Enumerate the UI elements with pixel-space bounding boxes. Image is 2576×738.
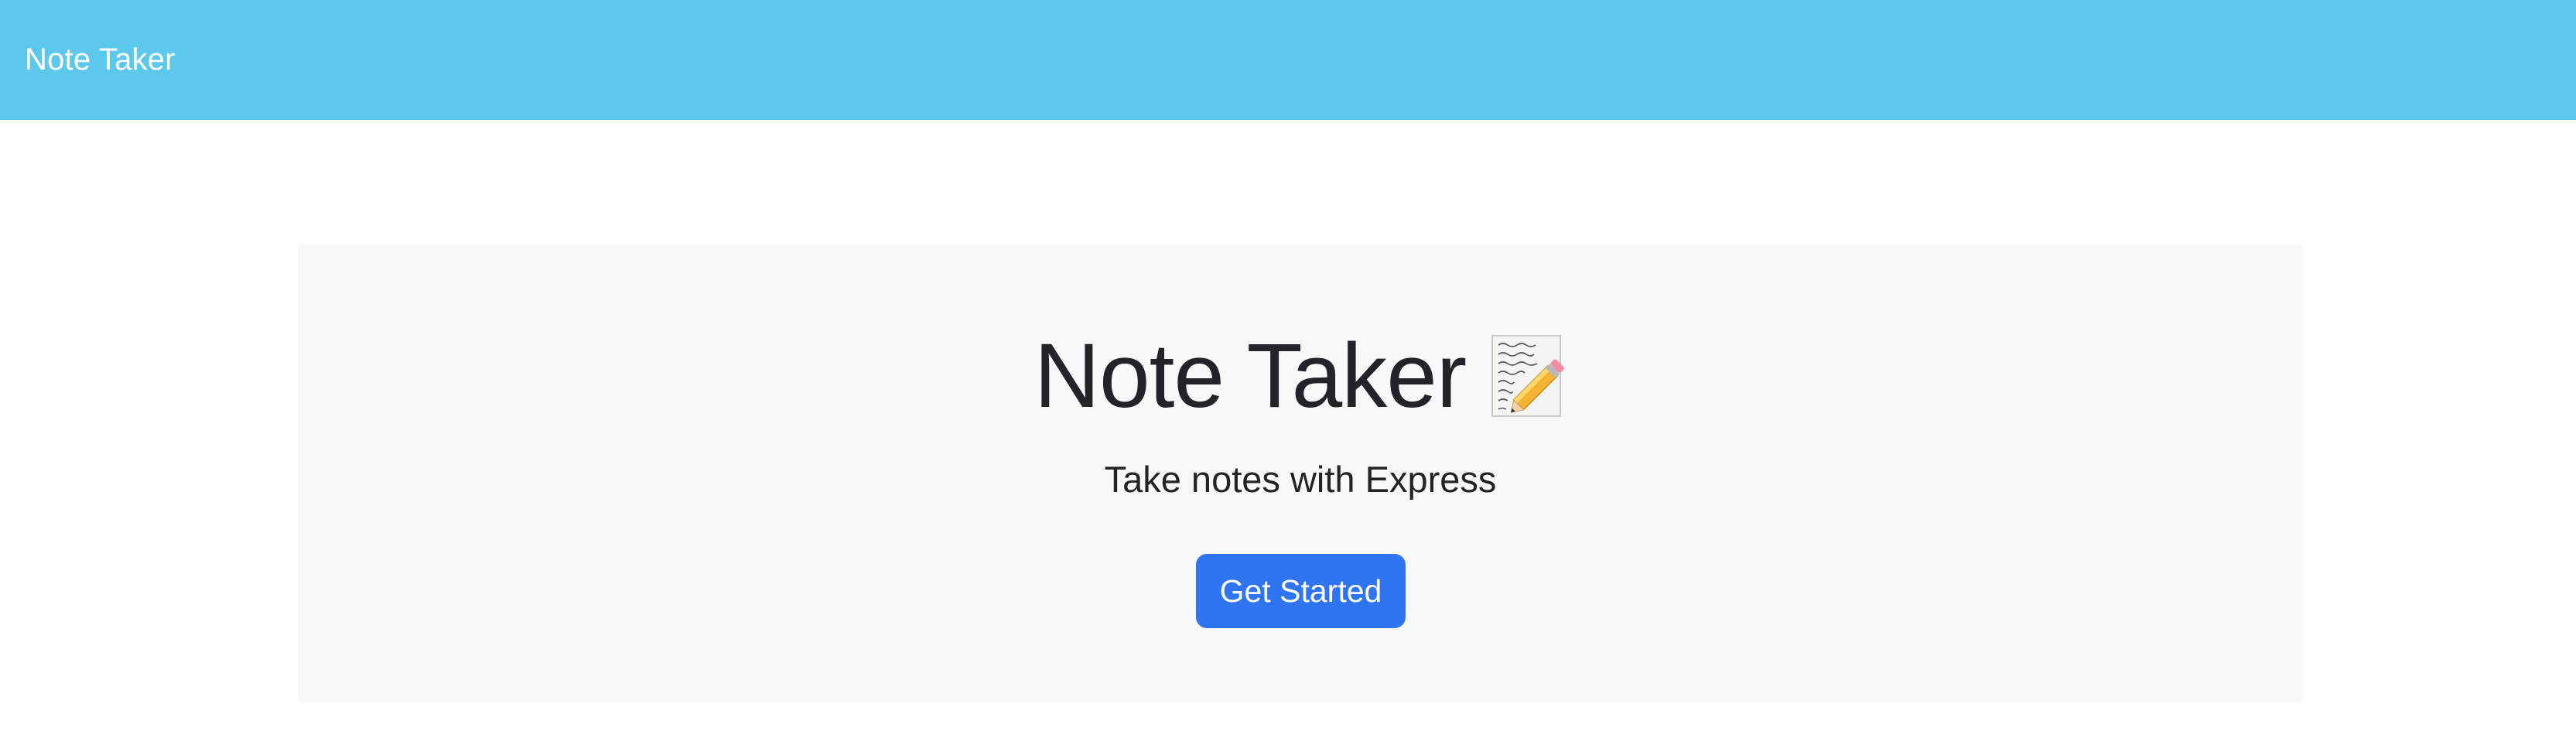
navbar-brand-link[interactable]: Note Taker (25, 43, 176, 77)
memo-pencil-icon (1489, 333, 1566, 419)
get-started-button[interactable]: Get Started (1196, 554, 1406, 628)
page-title: Note Taker (1033, 325, 1467, 427)
hero-subtitle: Take notes with Express (1104, 459, 1497, 500)
hero-panel: Note Taker Take notes with Express Get S… (298, 244, 2303, 702)
top-navbar: Note Taker (0, 0, 2576, 120)
hero-title-row: Note Taker (298, 322, 2303, 430)
